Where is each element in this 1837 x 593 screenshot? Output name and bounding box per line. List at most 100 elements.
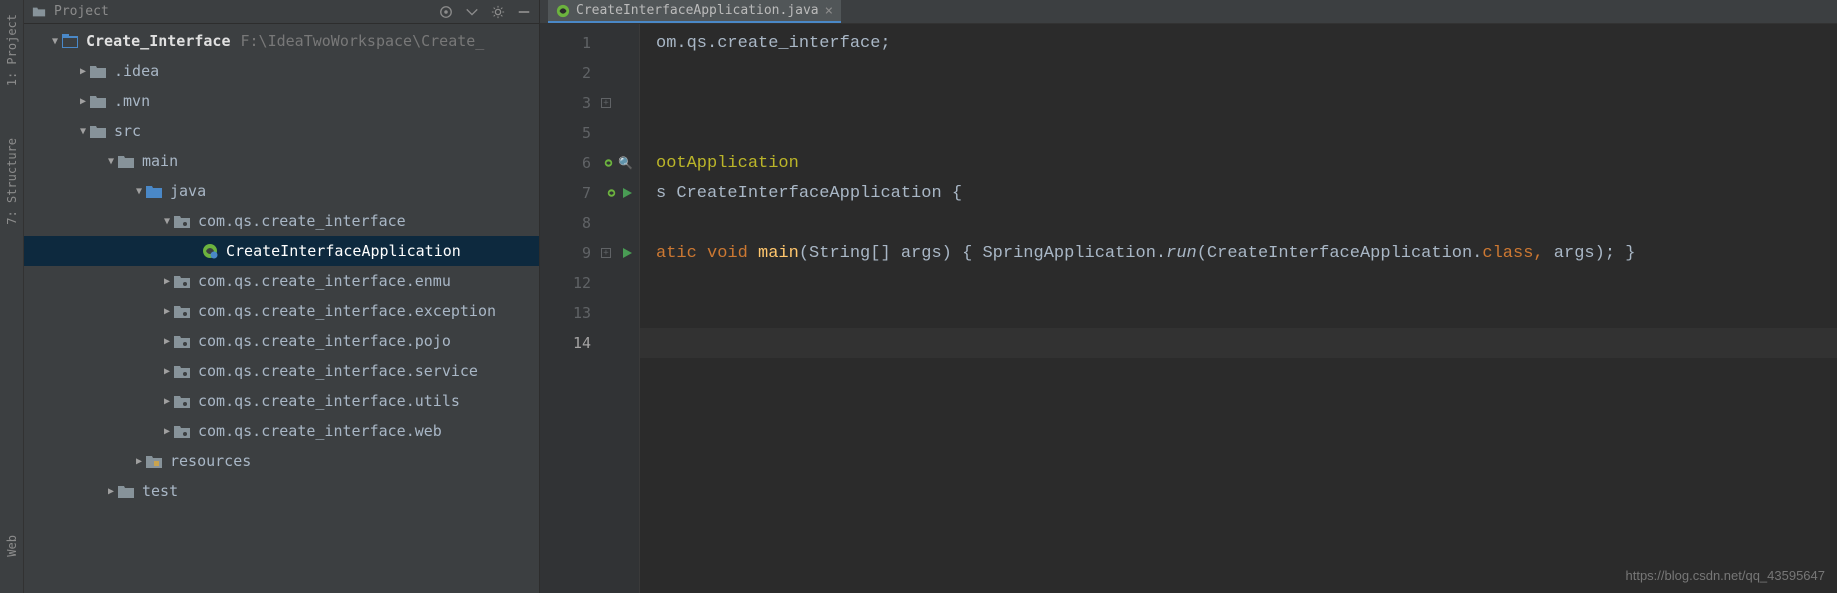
code-line[interactable] [640,298,1837,328]
tree-label: com.qs.create_interface.service [198,362,478,380]
chevron-right-icon[interactable] [160,426,174,437]
fold-icon[interactable]: + [601,248,611,258]
tree-row[interactable]: src [24,116,539,146]
tree-label: test [142,482,178,500]
hide-icon[interactable] [517,5,531,19]
gutter-run-icon[interactable] [621,247,633,259]
editor-tab[interactable]: CreateInterfaceApplication.java × [548,0,841,23]
code-line[interactable] [640,208,1837,238]
chevron-right-icon[interactable] [104,486,118,497]
close-icon[interactable]: × [825,3,833,19]
gutter-line[interactable]: 13 [540,298,639,328]
code-line[interactable]: atic void main(String[] args) { SpringAp… [640,238,1837,268]
tree-label: com.qs.create_interface.enmu [198,272,451,290]
tree-label: .mvn [114,92,150,110]
editor-gutter[interactable]: 123+56🔍789+121314 [540,24,640,593]
tree-label: Create_Interface [86,32,231,50]
tree-label: com.qs.create_interface [198,212,406,230]
code-line[interactable]: s CreateInterfaceApplication { [640,178,1837,208]
package-icon [174,303,192,319]
gutter-line[interactable]: 8 [540,208,639,238]
chevron-right-icon[interactable] [76,66,90,77]
chevron-down-icon[interactable] [76,126,90,137]
tree-row[interactable]: .mvn [24,86,539,116]
chevron-down-icon[interactable] [132,186,146,197]
target-icon[interactable] [439,5,453,19]
gutter-line[interactable]: 6🔍 [540,148,639,178]
chevron-right-icon[interactable] [160,366,174,377]
project-icon [62,33,80,49]
tree-label: .idea [114,62,159,80]
gutter-line[interactable]: 2 [540,58,639,88]
tree-row[interactable]: com.qs.create_interface.enmu [24,266,539,296]
editor-tab-bar: CreateInterfaceApplication.java × [540,0,1837,24]
gutter-line[interactable]: 14 [540,328,639,358]
package-icon [174,213,192,229]
tree-label: com.qs.create_interface.pojo [198,332,451,350]
chevron-right-icon[interactable] [160,276,174,287]
tree-label: com.qs.create_interface.web [198,422,442,440]
project-path: F:\IdeaTwoWorkspace\Create_ [241,32,485,50]
chevron-right-icon[interactable] [132,456,146,467]
chevron-right-icon[interactable] [160,306,174,317]
gutter-line[interactable]: 3+ [540,88,639,118]
gear-icon[interactable] [491,5,505,19]
project-panel-header: Project [24,0,539,24]
chevron-down-icon[interactable] [104,156,118,167]
gutter-line[interactable]: 1 [540,28,639,58]
tree-row[interactable]: com.qs.create_interface [24,206,539,236]
tree-row[interactable]: com.qs.create_interface.service [24,356,539,386]
spring-icon [556,4,570,18]
tree-row[interactable]: main [24,146,539,176]
fold-icon[interactable]: + [601,98,611,108]
tree-row[interactable]: com.qs.create_interface.web [24,416,539,446]
chevron-down-icon[interactable] [160,216,174,227]
gutter-line[interactable]: 7 [540,178,639,208]
code-line[interactable] [640,118,1837,148]
chevron-right-icon[interactable] [160,396,174,407]
tree-row[interactable]: Create_Interface F:\IdeaTwoWorkspace\Crea… [24,26,539,56]
editor-area: CreateInterfaceApplication.java × 123+56… [540,0,1837,593]
folder-icon [90,123,108,139]
tree-row[interactable]: java [24,176,539,206]
tab-label: CreateInterfaceApplication.java [576,3,819,18]
chevron-right-icon[interactable] [160,336,174,347]
tree-label: com.qs.create_interface.utils [198,392,460,410]
tree-row[interactable]: resources [24,446,539,476]
code-line[interactable] [640,58,1837,88]
tree-row[interactable]: com.qs.create_interface.utils [24,386,539,416]
tree-label: resources [170,452,251,470]
structure-tool-label[interactable]: 7: Structure [5,132,19,231]
gutter-line[interactable]: 5 [540,118,639,148]
tree-row[interactable]: .idea [24,56,539,86]
chevron-down-icon[interactable] [48,36,62,47]
code-line[interactable]: ootApplication [640,148,1837,178]
code-area[interactable]: om.qs.create_interface; ootApplications C… [640,24,1837,593]
gutter-run-icon[interactable]: 🔍 [604,156,633,170]
code-line[interactable] [640,268,1837,298]
folder-icon [90,93,108,109]
web-tool-label[interactable]: Web [5,529,19,563]
expand-icon[interactable] [465,5,479,19]
editor-body: 123+56🔍789+121314 om.qs.create_interface… [540,24,1837,593]
spring-icon [202,243,220,259]
package-icon [174,423,192,439]
project-tree[interactable]: Create_Interface F:\IdeaTwoWorkspace\Crea… [24,24,539,593]
tree-label: CreateInterfaceApplication [226,242,461,260]
code-line[interactable]: om.qs.create_interface; [640,28,1837,58]
package-icon [174,363,192,379]
tree-row[interactable]: com.qs.create_interface.pojo [24,326,539,356]
tree-row[interactable]: com.qs.create_interface.exception [24,296,539,326]
project-panel: Project Create_Interface F:\IdeaTwoWorksp… [24,0,540,593]
code-line[interactable] [640,328,1837,358]
tree-label: com.qs.create_interface.exception [198,302,496,320]
tree-row[interactable]: CreateInterfaceApplication [24,236,539,266]
project-header-title: Project [54,4,109,19]
gutter-line[interactable]: 9+ [540,238,639,268]
code-line[interactable] [640,88,1837,118]
gutter-run-icon[interactable] [607,187,633,199]
tree-row[interactable]: test [24,476,539,506]
project-tool-label[interactable]: 1: Project [5,8,19,92]
chevron-right-icon[interactable] [76,96,90,107]
gutter-line[interactable]: 12 [540,268,639,298]
